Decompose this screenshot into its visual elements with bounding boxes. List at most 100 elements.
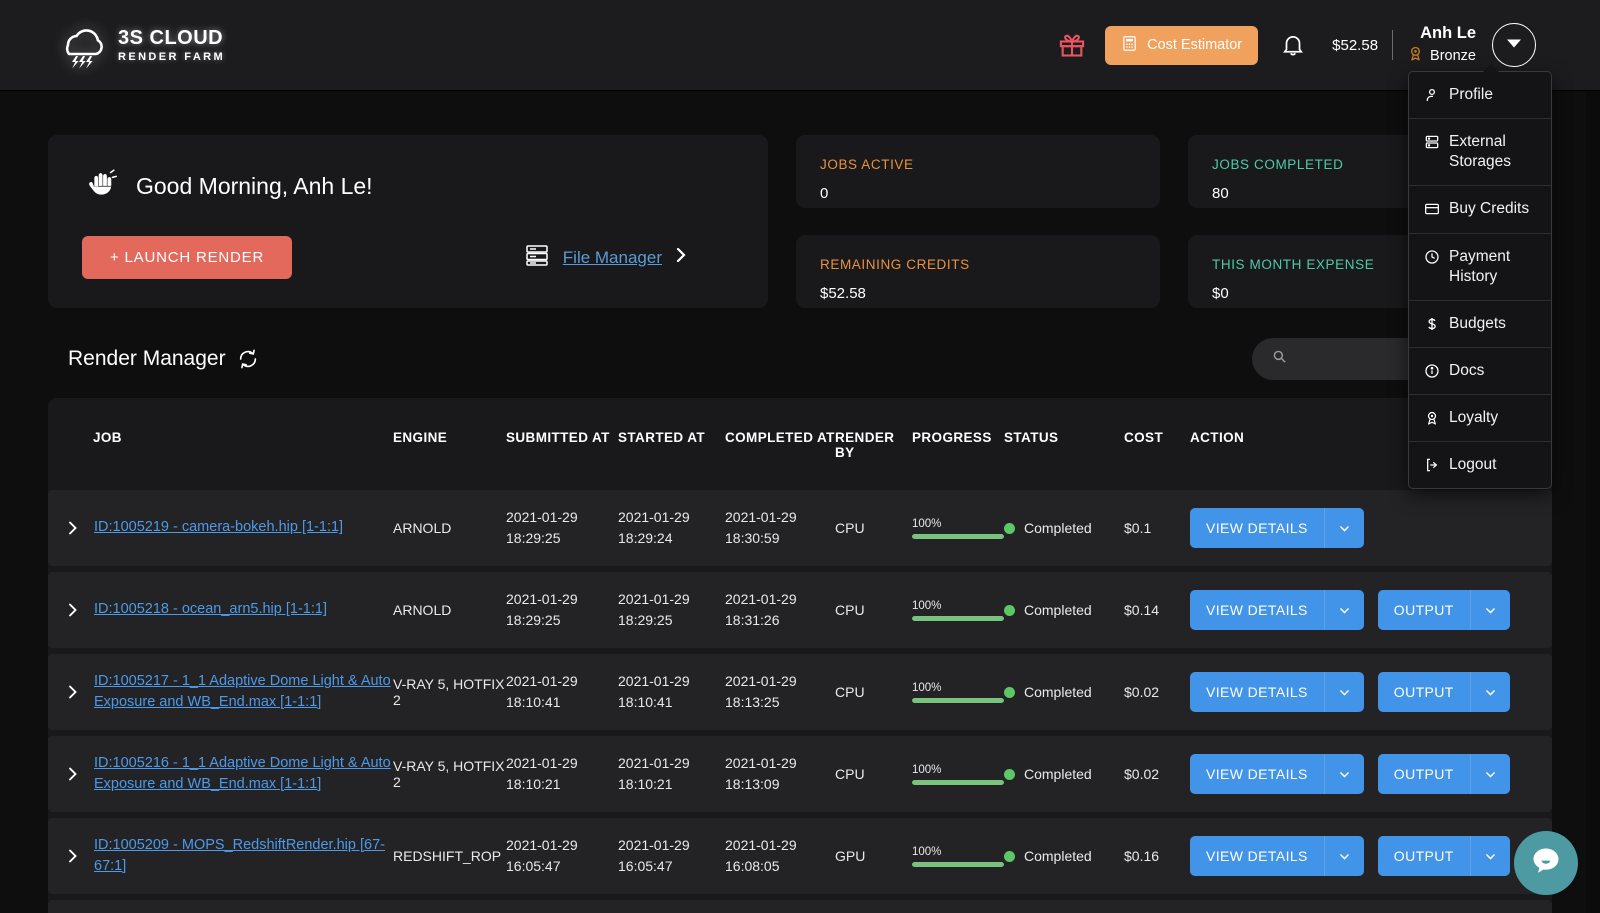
progress-fill: [912, 698, 1004, 703]
cost-estimator-button[interactable]: Cost Estimator: [1105, 26, 1258, 65]
cell-action: VIEW DETAILS OUTPUT: [1190, 736, 1552, 812]
chevron-down-icon[interactable]: [1324, 508, 1364, 548]
cell-completed-at: 2021-01-2918:30:59: [725, 490, 835, 566]
output-button[interactable]: OUTPUT: [1378, 590, 1510, 630]
progress-label: 100%: [912, 600, 1004, 612]
cell-engine: REDSHIFT_ROP: [393, 818, 506, 894]
cell-submitted-at: 2021-01-2918:10:21: [506, 736, 618, 812]
view-details-button[interactable]: VIEW DETAILS: [1190, 836, 1364, 876]
chevron-down-icon[interactable]: [1324, 590, 1364, 630]
output-label: OUTPUT: [1378, 590, 1470, 630]
page-title: Render Manager: [68, 347, 226, 371]
bell-icon[interactable]: [1276, 28, 1310, 62]
gift-icon[interactable]: [1057, 30, 1087, 60]
cell-started-at: 2021-01-2916:04:36: [618, 900, 725, 913]
dollar-icon: [1423, 315, 1441, 333]
table-row: ID:1005209 - MOPS_RedshiftRender.hip [67…: [48, 818, 1552, 894]
table-row: ID:1005217 - 1_1 Adaptive Dome Light & A…: [48, 654, 1552, 730]
status-dot: [1004, 523, 1015, 534]
cell-submitted-at: 2021-01-2916:04:36: [506, 900, 618, 913]
output-label: OUTPUT: [1378, 836, 1470, 876]
brand-text: 3S CLOUD RENDER FARM: [118, 28, 225, 63]
expand-row-icon[interactable]: [64, 684, 82, 700]
cell-render-by: GPU: [835, 818, 912, 894]
cell-progress: 100%: [912, 900, 1004, 913]
menu-item-loyalty[interactable]: Loyalty: [1409, 395, 1551, 442]
chevron-down-icon[interactable]: [1470, 590, 1510, 630]
cloud-lightning-icon: [52, 21, 106, 69]
output-button[interactable]: OUTPUT: [1378, 836, 1510, 876]
output-button[interactable]: OUTPUT: [1378, 754, 1510, 794]
col-header-status: STATUS: [1004, 404, 1124, 484]
menu-item-logout[interactable]: Logout: [1409, 442, 1551, 488]
launch-render-button[interactable]: + LAUNCH RENDER: [82, 236, 292, 279]
cell-engine: ARNOLD: [393, 572, 506, 648]
stat-value: $52.58: [820, 285, 1136, 302]
table-row: ID:1005219 - camera-bokeh.hip [1-1:1]ARN…: [48, 490, 1552, 566]
expand-row-icon[interactable]: [64, 602, 82, 618]
stat-card-remaining-credits: REMAINING CREDITS $52.58: [796, 235, 1160, 308]
chevron-down-icon[interactable]: [1324, 672, 1364, 712]
cell-status: Completed: [1004, 654, 1124, 730]
job-link[interactable]: ID:1005216 - 1_1 Adaptive Dome Light & A…: [94, 753, 393, 795]
progress-label: 100%: [912, 846, 1004, 858]
chevron-down-icon[interactable]: [1324, 754, 1364, 794]
chevron-down-icon[interactable]: [1470, 836, 1510, 876]
output-button[interactable]: OUTPUT: [1378, 672, 1510, 712]
view-details-button[interactable]: VIEW DETAILS: [1190, 590, 1364, 630]
view-details-label: VIEW DETAILS: [1190, 590, 1324, 630]
cell-completed-at: 2021-01-2916:08:05: [725, 818, 835, 894]
cell-started-at: 2021-01-2918:29:24: [618, 490, 725, 566]
progress-label: 100%: [912, 764, 1004, 776]
cell-job: ID:1005207 - Houdini_17.5_SeaWeed.hip [1…: [48, 900, 393, 913]
refresh-icon[interactable]: [237, 348, 259, 370]
table-row: ID:1005207 - Houdini_17.5_SeaWeed.hip [1…: [48, 900, 1552, 913]
progress-fill: [912, 534, 1004, 539]
waving-hand-icon: [82, 165, 120, 208]
job-link[interactable]: ID:1005218 - ocean_arn5.hip [1-1:1]: [94, 599, 327, 620]
cell-progress: 100%: [912, 654, 1004, 730]
progress-track: [912, 780, 1004, 785]
chevron-right-icon: [674, 246, 688, 269]
menu-label: External Storages: [1449, 132, 1537, 172]
menu-item-payment-history[interactable]: Payment History: [1409, 234, 1551, 301]
view-details-button[interactable]: VIEW DETAILS: [1190, 508, 1364, 548]
view-details-button[interactable]: VIEW DETAILS: [1190, 754, 1364, 794]
progress-label: 100%: [912, 682, 1004, 694]
welcome-actions: + LAUNCH RENDER File Manager: [82, 236, 734, 279]
cell-status: Completed: [1004, 572, 1124, 648]
menu-item-budgets[interactable]: Budgets: [1409, 301, 1551, 348]
cell-started-at: 2021-01-2918:10:41: [618, 654, 725, 730]
job-link[interactable]: ID:1005219 - camera-bokeh.hip [1-1:1]: [94, 517, 343, 538]
chevron-down-icon[interactable]: [1324, 836, 1364, 876]
server-icon: [523, 241, 551, 274]
page-scrollbar[interactable]: [1586, 91, 1600, 913]
expand-row-icon[interactable]: [64, 848, 82, 864]
status-dot: [1004, 605, 1015, 616]
cell-status: Completed: [1004, 736, 1124, 812]
user-menu-button[interactable]: [1492, 23, 1536, 67]
brand-title: 3S CLOUD: [118, 28, 225, 48]
menu-item-buy-credits[interactable]: Buy Credits: [1409, 186, 1551, 233]
expand-row-icon[interactable]: [64, 520, 82, 536]
chevron-down-icon[interactable]: [1470, 672, 1510, 712]
table-body: ID:1005219 - camera-bokeh.hip [1-1:1] ARN…: [48, 490, 1552, 913]
cell-cost: $0.02: [1124, 654, 1190, 730]
cost-estimator-label: Cost Estimator: [1147, 37, 1242, 53]
view-details-button[interactable]: VIEW DETAILS: [1190, 672, 1364, 712]
file-manager-link[interactable]: File Manager: [523, 241, 688, 274]
brand-logo[interactable]: 3S CLOUD RENDER FARM: [52, 21, 225, 69]
progress-track: [912, 534, 1004, 539]
cell-completed-at: 2021-01-2916:08:03: [725, 900, 835, 913]
job-link[interactable]: ID:1005209 - MOPS_RedshiftRender.hip [67…: [94, 835, 393, 877]
chat-widget-button[interactable]: [1514, 831, 1578, 895]
chevron-down-icon[interactable]: [1470, 754, 1510, 794]
main-content: Good Morning, Anh Le! + LAUNCH RENDER Fi…: [0, 91, 1600, 913]
job-link[interactable]: ID:1005217 - 1_1 Adaptive Dome Light & A…: [94, 671, 393, 713]
menu-item-docs[interactable]: Docs: [1409, 348, 1551, 395]
chevron-down-triangle-icon: [1504, 33, 1524, 58]
menu-item-profile[interactable]: Profile: [1409, 72, 1551, 119]
menu-item-external-storages[interactable]: External Storages: [1409, 119, 1551, 186]
expand-row-icon[interactable]: [64, 766, 82, 782]
status-dot: [1004, 851, 1015, 862]
